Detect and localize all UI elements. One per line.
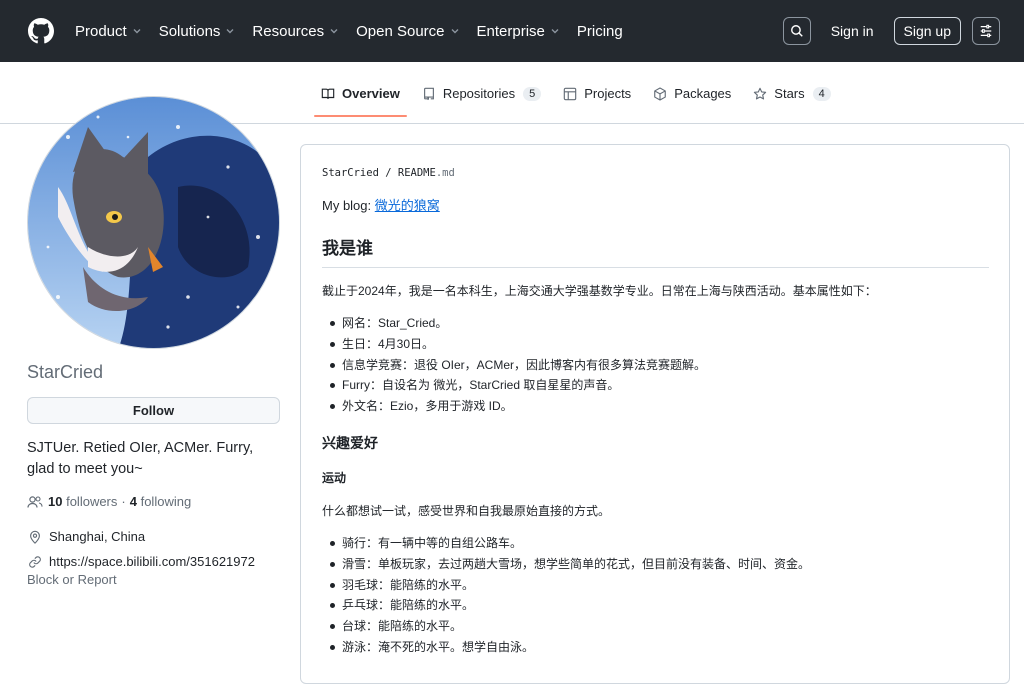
followers-link[interactable]: 10 followers bbox=[48, 494, 117, 509]
header-actions: Sign in Sign up bbox=[782, 17, 1000, 45]
chevron-down-icon bbox=[225, 26, 235, 36]
github-logo-icon[interactable] bbox=[28, 18, 54, 44]
list-item: 生日：4月30日。 bbox=[322, 334, 989, 355]
sign-up-button[interactable]: Sign up bbox=[893, 17, 961, 45]
chevron-down-icon bbox=[450, 26, 460, 36]
nav-label: Pricing bbox=[576, 22, 623, 40]
followers-label: followers bbox=[66, 494, 118, 509]
blog-prefix: My blog: bbox=[322, 198, 375, 213]
nav-solutions[interactable]: Solutions bbox=[159, 23, 236, 40]
nav-enterprise[interactable]: Enterprise bbox=[477, 23, 560, 40]
tab-label: Stars bbox=[774, 86, 805, 101]
sliders-icon bbox=[979, 24, 993, 38]
readme-extension: .md bbox=[435, 167, 455, 179]
nav-label: Solutions bbox=[158, 22, 221, 40]
follow-stats: 10 followers · 4 following bbox=[27, 494, 191, 509]
list-item: Furry：自设名为 微光，StarCried 取自星星的声音。 bbox=[322, 375, 989, 396]
profile-bio: SJTUer. Retied OIer, ACMer. Furry, glad … bbox=[27, 440, 254, 477]
tab-label: Packages bbox=[674, 86, 732, 101]
readme-path: StarCried / README.md bbox=[322, 167, 455, 179]
people-icon bbox=[27, 495, 43, 509]
search-icon bbox=[790, 24, 804, 38]
menu-button[interactable] bbox=[972, 17, 1000, 45]
website-link[interactable]: https://space.bilibili.com/351621972 bbox=[49, 554, 255, 569]
avatar[interactable] bbox=[27, 96, 280, 349]
nav-open-source[interactable]: Open Source bbox=[356, 23, 459, 40]
path-separator: / bbox=[385, 167, 392, 179]
location-text: Shanghai, China bbox=[49, 529, 146, 544]
blog-line: My blog: 微光的狼窝 bbox=[322, 195, 989, 214]
following-label: following bbox=[140, 494, 192, 509]
search-button[interactable] bbox=[782, 17, 811, 45]
chevron-down-icon bbox=[132, 26, 142, 36]
heading-hobbies: 兴趣爱好 bbox=[322, 434, 378, 451]
profile-username: StarCried bbox=[27, 362, 104, 382]
profile-location: Shanghai, China bbox=[27, 529, 145, 544]
tab-label: Overview bbox=[342, 86, 400, 101]
list-item: 台球：能陪练的水平。 bbox=[322, 616, 989, 637]
sports-list: 骑行：有一辆中等的自组公路车。 滑雪：单板玩家，去过两趟大雪场，想学些简单的花式… bbox=[322, 533, 989, 658]
heading-sports: 运动 bbox=[322, 470, 347, 485]
nav-label: Product bbox=[75, 22, 127, 40]
list-item: 羽毛球：能陪练的水平。 bbox=[322, 575, 989, 596]
list-item: 滑雪：单板玩家，去过两趟大雪场，想学些简单的花式，但目前没有装备、时间、资金。 bbox=[322, 554, 989, 575]
follow-button[interactable]: Follow bbox=[27, 397, 280, 424]
nav-product[interactable]: Product bbox=[75, 23, 142, 40]
list-item: 骑行：有一辆中等的自组公路车。 bbox=[322, 533, 989, 554]
followers-count: 10 bbox=[48, 494, 63, 509]
intro-paragraph: 截止于2024年，我是一名本科生，上海交通大学强基数学专业。日常在上海与陕西活动… bbox=[322, 284, 877, 298]
nav-pricing[interactable]: Pricing bbox=[577, 23, 623, 40]
sports-intro: 什么都想试一试，感受世界和自我最原始直接的方式。 bbox=[322, 503, 611, 518]
package-icon bbox=[653, 86, 667, 101]
nav-resources[interactable]: Resources bbox=[252, 23, 339, 40]
block-or-report-link[interactable]: Block or Report bbox=[27, 572, 117, 587]
readme-box: StarCried / README.md My blog: 微光的狼窝 我是谁… bbox=[300, 144, 1010, 684]
repo-icon bbox=[422, 87, 436, 101]
profile-tabs: Overview Repositories 5 Projects Package… bbox=[314, 86, 846, 117]
nav-label: Open Source bbox=[356, 22, 445, 40]
book-icon bbox=[321, 87, 335, 101]
chevron-down-icon bbox=[550, 26, 560, 36]
following-count: 4 bbox=[129, 494, 137, 509]
sign-in-link[interactable]: Sign in bbox=[831, 23, 874, 39]
global-header: Product Solutions Resources Open Source … bbox=[0, 0, 1024, 62]
readme-owner-link[interactable]: StarCried bbox=[322, 167, 379, 179]
dot-separator: · bbox=[121, 494, 126, 509]
list-item: 乒乓球：能陪练的水平。 bbox=[322, 595, 989, 616]
tab-label: Repositories bbox=[442, 86, 516, 101]
table-icon bbox=[563, 87, 577, 101]
profile-website: https://space.bilibili.com/351621972 bbox=[27, 554, 255, 569]
main-nav: Product Solutions Resources Open Source … bbox=[75, 23, 640, 40]
readme-content: My blog: 微光的狼窝 我是谁 截止于2024年，我是一名本科生，上海交通… bbox=[322, 195, 989, 674]
heading-who: 我是谁 bbox=[322, 234, 989, 268]
repositories-counter: 5 bbox=[523, 86, 542, 101]
readme-filename: README bbox=[397, 167, 436, 179]
location-icon bbox=[28, 530, 42, 544]
blog-link[interactable]: 微光的狼窝 bbox=[375, 198, 440, 213]
following-link[interactable]: 4 following bbox=[130, 494, 191, 509]
tab-repositories[interactable]: Repositories 5 bbox=[415, 86, 548, 116]
tab-projects[interactable]: Projects bbox=[556, 86, 638, 116]
star-icon bbox=[753, 87, 767, 101]
tab-overview[interactable]: Overview bbox=[314, 86, 407, 117]
stars-counter: 4 bbox=[812, 86, 831, 101]
tab-label: Projects bbox=[584, 86, 632, 101]
tab-stars[interactable]: Stars 4 bbox=[746, 86, 837, 116]
nav-label: Enterprise bbox=[476, 22, 545, 40]
chevron-down-icon bbox=[329, 26, 339, 36]
nav-label: Resources bbox=[252, 22, 325, 40]
list-item: 信息学竞赛：退役 OIer，ACMer，因此博客内有很多算法竞赛题解。 bbox=[322, 355, 989, 376]
attributes-list: 网名：Star_Cried。 生日：4月30日。 信息学竞赛：退役 OIer，A… bbox=[322, 313, 989, 417]
link-icon bbox=[28, 555, 42, 569]
tab-packages[interactable]: Packages bbox=[646, 86, 738, 116]
list-item: 网名：Star_Cried。 bbox=[322, 313, 989, 334]
list-item: 外文名：Ezio，多用于游戏 ID。 bbox=[322, 396, 989, 417]
